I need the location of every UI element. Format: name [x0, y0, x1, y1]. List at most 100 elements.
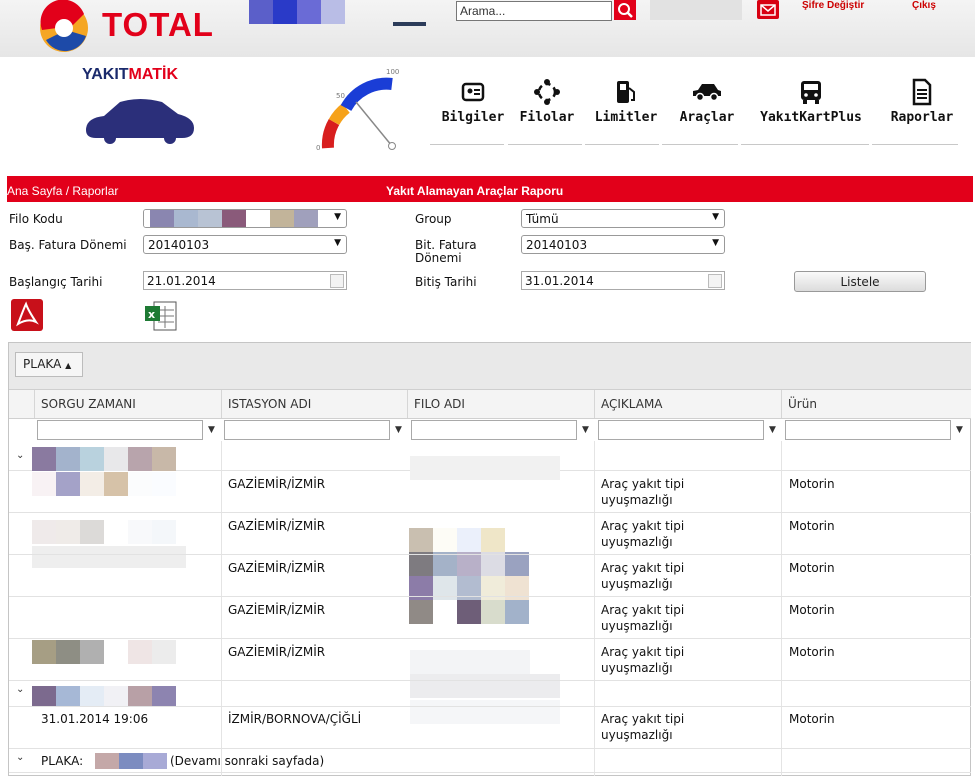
nav-divider [662, 144, 738, 145]
row-divider [9, 772, 971, 773]
chevron-down-icon: ▼ [712, 238, 719, 248]
bit-fatura-select[interactable]: 20140103 ▼ [521, 235, 725, 254]
plaka-group-redacted [32, 447, 176, 471]
change-password-link[interactable]: Şifre Değiştir [802, 0, 864, 11]
col-sorgu-zamani[interactable]: SORGU ZAMANI [35, 390, 222, 418]
calendar-icon[interactable] [708, 274, 722, 288]
filo-adi-redacted [410, 650, 530, 674]
filter-icon[interactable]: ▼ [395, 425, 402, 435]
calendar-icon[interactable] [330, 274, 344, 288]
plaka-group-redacted [32, 686, 176, 706]
nav-limitler[interactable]: Limitler [590, 78, 662, 125]
collapse-chevron-icon[interactable]: ⌄ [16, 752, 24, 763]
nav-divider [430, 144, 504, 145]
bit-fatura-value: 20140103 [526, 238, 588, 252]
breadcrumb[interactable]: Ana Sayfa / Raporlar [7, 184, 118, 198]
filo-kodu-select[interactable]: ▼ [143, 209, 347, 228]
search-input[interactable]: Arama... [456, 1, 612, 21]
footer-group-label: PLAKA: [41, 754, 84, 768]
pdf-export-icon[interactable] [10, 298, 44, 332]
nav-bilgiler[interactable]: Bilgiler [440, 78, 506, 125]
cell-aciklama-line1: Araç yakıt tipi [601, 603, 685, 617]
col-urun[interactable]: Ürün [782, 390, 971, 418]
bas-fatura-label: Baş. Fatura Dönemi [9, 238, 127, 252]
fleet-network-icon [534, 79, 560, 105]
collapse-chevron-icon[interactable]: ⌄ [16, 684, 24, 695]
baslangic-date-input[interactable]: 21.01.2014 [143, 271, 347, 290]
id-card-icon [461, 82, 485, 102]
filter-icon[interactable]: ▼ [956, 425, 963, 435]
group-panel [9, 343, 971, 390]
cell-istasyon: GAZİEMİR/İZMİR [228, 645, 326, 659]
cell-istasyon: İZMİR/BORNOVA/ÇİĞLİ [228, 712, 362, 726]
group-select-value: Tümü [526, 212, 559, 226]
group-select[interactable]: Tümü ▼ [521, 209, 725, 228]
row-divider [9, 596, 971, 597]
search-button[interactable] [614, 0, 636, 20]
filter-aciklama[interactable] [598, 420, 764, 440]
bas-fatura-value: 20140103 [148, 238, 210, 252]
total-emblem-icon [40, 0, 88, 52]
cell-sorgu-zamani: 31.01.2014 19:06 [41, 712, 149, 726]
bus-icon [801, 81, 821, 104]
bit-fatura-label-2: Dönemi [415, 251, 462, 265]
group-plaka-button[interactable]: PLAKA ▲ [15, 352, 83, 377]
gauge-label-100: 100 [386, 68, 399, 76]
col-divider [594, 441, 595, 776]
header-expand-col [9, 390, 35, 418]
redacted-area [650, 0, 742, 20]
car-logo-icon [86, 99, 194, 144]
filter-istasyon[interactable] [224, 420, 390, 440]
bas-fatura-select[interactable]: 20140103 ▼ [143, 235, 347, 254]
sorgu-zamani-redacted [32, 640, 182, 664]
filter-icon[interactable]: ▼ [208, 425, 215, 435]
baslangic-value: 21.01.2014 [147, 274, 216, 288]
col-aciklama[interactable]: AÇIKLAMA [595, 390, 782, 418]
sorgu-zamani-redacted [32, 546, 186, 568]
collapse-chevron-icon[interactable]: ⌄ [16, 450, 24, 461]
car-icon [693, 84, 721, 102]
bitis-label: Bitiş Tarihi [415, 275, 477, 289]
svg-text:x: x [148, 308, 155, 321]
filo-adi-redacted [409, 528, 529, 552]
logout-link[interactable]: Çıkış [912, 0, 936, 11]
cell-urun: Motorin [789, 477, 835, 491]
nav-raporlar[interactable]: Raporlar [882, 78, 962, 125]
nav-divider [741, 144, 869, 145]
footer-group-note: (Devamı sonraki sayfada) [170, 754, 325, 768]
filter-filo-adi[interactable] [411, 420, 577, 440]
cell-aciklama-line1: Araç yakıt tipi [601, 477, 685, 491]
col-divider [221, 441, 222, 776]
cell-urun: Motorin [789, 712, 835, 726]
mail-icon[interactable] [757, 0, 779, 19]
yakitmatik-logo: YAKITMATİK [82, 66, 178, 84]
user-info-redacted [249, 0, 349, 24]
fuel-pump-icon [617, 81, 635, 103]
cell-aciklama-line2: uyuşmazlığı [601, 728, 673, 742]
total-logo[interactable]: TOTAL [36, 0, 236, 56]
cell-aciklama-line1: Araç yakıt tipi [601, 645, 685, 659]
plaka-value-redacted [95, 753, 167, 769]
filter-urun[interactable] [785, 420, 951, 440]
bitis-date-input[interactable]: 31.01.2014 [521, 271, 725, 290]
nav-yakitkartplus[interactable]: YakıtKartPlus [752, 78, 870, 125]
row-divider [9, 554, 971, 555]
filter-icon[interactable]: ▼ [582, 425, 589, 435]
nav-label: Filolar [519, 110, 575, 125]
col-filo-adi[interactable]: FILO ADI [408, 390, 595, 418]
listele-button[interactable]: Listele [794, 271, 926, 292]
nav-label: Raporlar [890, 110, 954, 125]
cell-aciklama-line1: Araç yakıt tipi [601, 561, 685, 575]
nav-filolar[interactable]: Filolar [516, 78, 578, 125]
row-divider [9, 512, 971, 513]
logo-part-1: YAKIT [82, 66, 129, 83]
excel-export-icon[interactable]: x [144, 300, 178, 332]
cell-aciklama-line2: uyuşmazlığı [601, 661, 673, 675]
nav-araclar[interactable]: Araçlar [672, 78, 742, 125]
col-istasyon-adi[interactable]: ISTASYON ADI [222, 390, 408, 418]
sorgu-zamani-redacted [32, 472, 176, 496]
filter-sorgu-zamani[interactable] [37, 420, 203, 440]
cell-istasyon: GAZİEMİR/İZMİR [228, 519, 326, 533]
filter-icon[interactable]: ▼ [769, 425, 776, 435]
cell-aciklama-line2: uyuşmazlığı [601, 535, 673, 549]
